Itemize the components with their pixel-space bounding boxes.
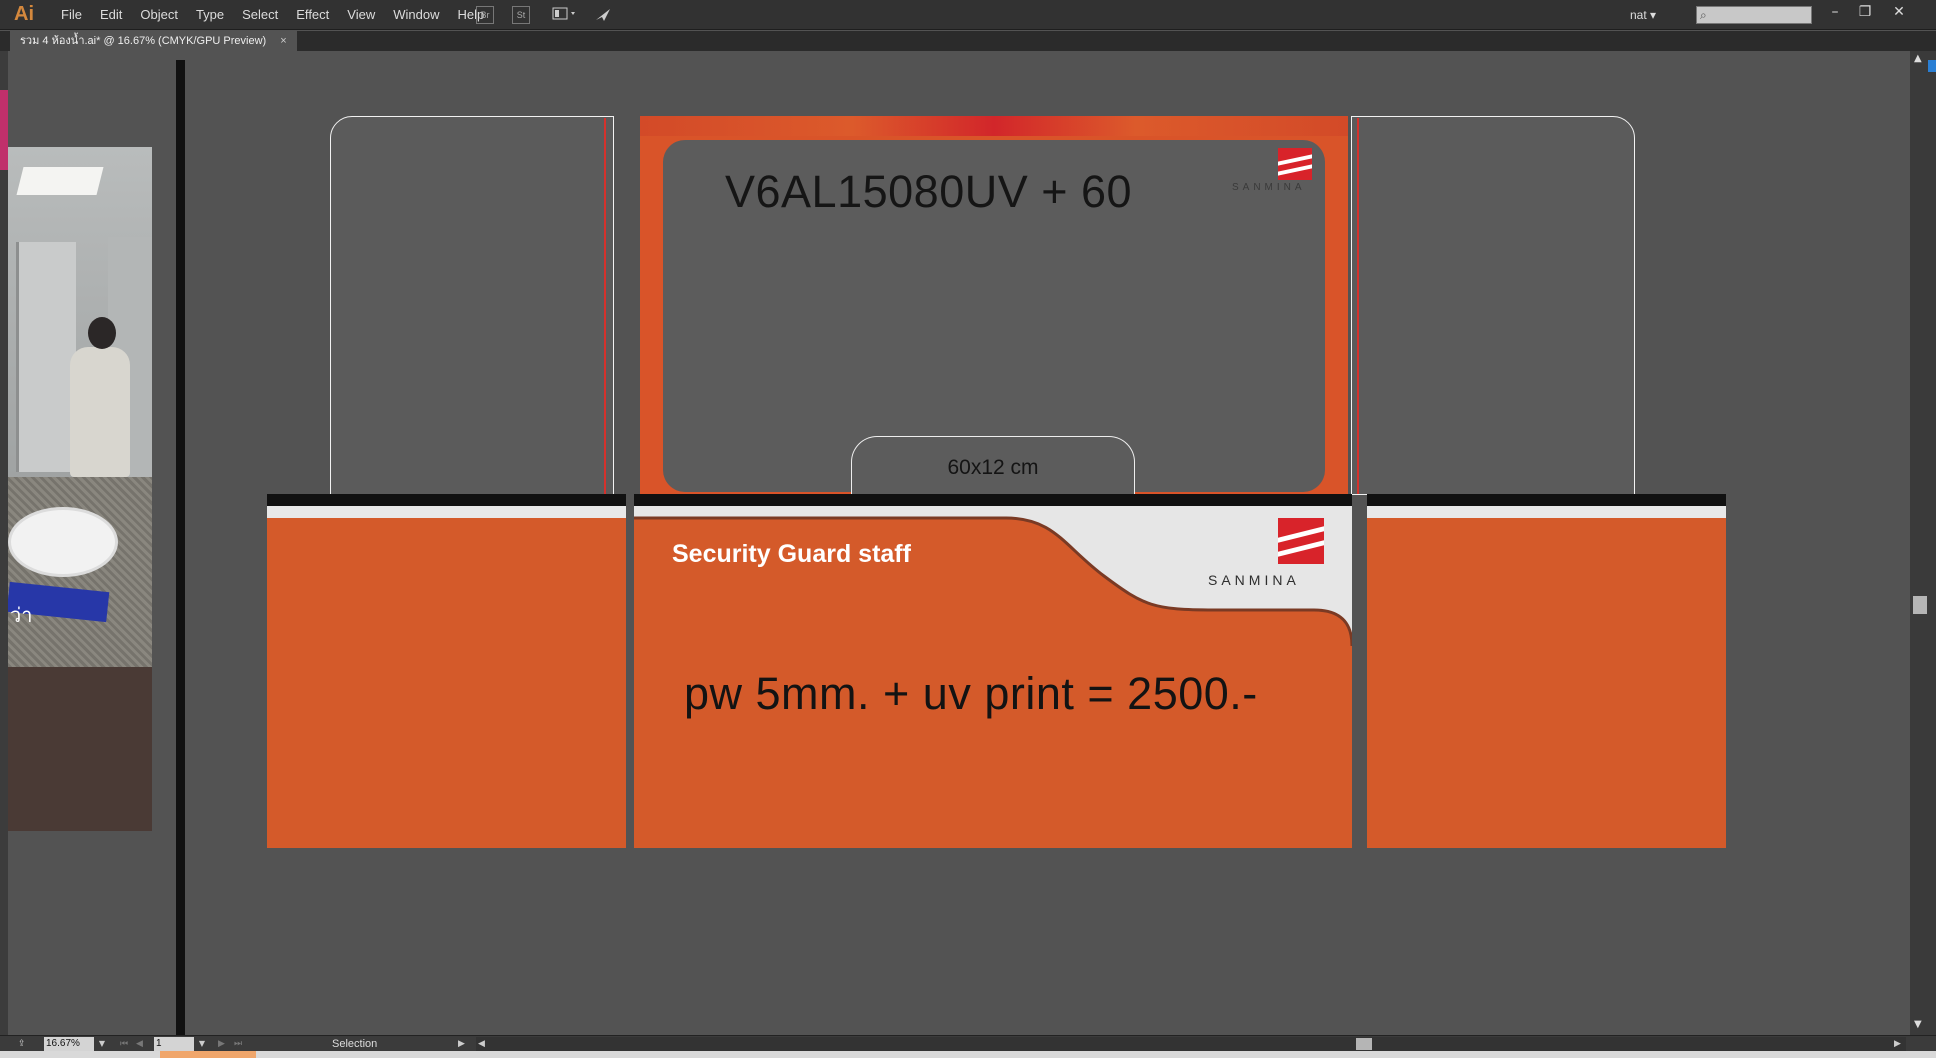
prev-artboard-icon[interactable]: ◀	[136, 1037, 143, 1051]
right-strip-black	[1367, 494, 1726, 506]
scroll-left-icon[interactable]: ◀	[478, 1037, 485, 1051]
close-icon[interactable]: ✕	[1886, 2, 1912, 22]
bridge-button[interactable]: Br	[476, 6, 494, 24]
artboard-number-field[interactable]: 1	[154, 1037, 194, 1051]
sanmina-logo-small	[1278, 148, 1312, 180]
right-side-panel[interactable]	[1351, 116, 1635, 495]
left-panel-accent	[0, 90, 8, 170]
zoom-field[interactable]: 16.67%	[44, 1037, 94, 1051]
current-tool-label: Selection	[332, 1038, 378, 1050]
menu-view[interactable]: View	[338, 0, 384, 30]
help-search-input[interactable]: ⌕	[1696, 6, 1812, 24]
divider-bar	[176, 60, 185, 1035]
menu-window[interactable]: Window	[384, 0, 448, 30]
left-orange-panel[interactable]	[267, 518, 626, 848]
workspace-switcher-icon[interactable]	[552, 6, 578, 24]
price-text[interactable]: pw 5mm. + uv print = 2500.-	[684, 668, 1258, 720]
reference-photo[interactable]: ว่า	[8, 147, 152, 831]
menu-bar: Ai File Edit Object Type Select Effect V…	[0, 0, 1936, 30]
right-orange-panel[interactable]	[1367, 518, 1726, 848]
workspace-menu[interactable]: nat ▾	[1630, 6, 1656, 24]
app-logo: Ai	[14, 3, 34, 25]
left-strip-white	[267, 506, 626, 518]
vertical-scrollbar[interactable]: ▲ ▼	[1910, 51, 1936, 1035]
left-strip-black	[267, 494, 626, 506]
center-strip-black	[634, 494, 1352, 506]
chevron-down-icon: ▾	[1650, 8, 1657, 22]
scroll-up-icon[interactable]: ▲	[1914, 53, 1922, 64]
document-tab-title: รวม 4 ห้องน้ำ.ai* @ 16.67% (CMYK/GPU Pre…	[20, 35, 267, 47]
menu-select[interactable]: Select	[233, 0, 287, 30]
photo-caption: ว่า	[10, 603, 33, 627]
size-label: 60x12 cm	[947, 456, 1039, 479]
artboard-dropdown-icon[interactable]: ▼	[196, 1037, 208, 1051]
horizontal-scroll-thumb[interactable]	[1356, 1038, 1372, 1050]
scroll-right-icon[interactable]: ▶	[1894, 1037, 1901, 1051]
restore-icon[interactable]: ❐	[1852, 2, 1878, 22]
last-artboard-icon[interactable]: ⏭	[234, 1037, 242, 1051]
right-strip-white	[1367, 506, 1726, 518]
publish-icon[interactable]	[594, 6, 612, 24]
stock-button[interactable]: St	[512, 6, 530, 24]
menu-file[interactable]: File	[52, 0, 91, 30]
share-icon[interactable]: ⇪	[18, 1037, 26, 1051]
menu-edit[interactable]: Edit	[91, 0, 131, 30]
next-artboard-icon[interactable]: ▶	[218, 1037, 225, 1051]
menu-effect[interactable]: Effect	[287, 0, 338, 30]
horizontal-scrollbar[interactable]: ◀ ▶	[476, 1037, 1906, 1051]
vertical-scroll-thumb[interactable]	[1913, 596, 1927, 614]
sanmina-logo	[1278, 518, 1324, 564]
zoom-dropdown-icon[interactable]: ▼	[96, 1037, 108, 1051]
tab-close-icon[interactable]: ×	[280, 31, 286, 51]
model-text[interactable]: V6AL15080UV + 60	[725, 164, 1132, 220]
brand-name: SANMINA	[1208, 572, 1300, 588]
panel-indicator	[1928, 60, 1936, 72]
menu-type[interactable]: Type	[187, 0, 233, 30]
workspace-label: nat	[1630, 8, 1647, 22]
status-menu-icon[interactable]: ▶	[458, 1037, 465, 1051]
minimize-icon[interactable]: –	[1822, 2, 1848, 22]
menu-object[interactable]: Object	[131, 0, 187, 30]
brand-name-small: SANMINA	[1232, 182, 1306, 193]
right-bleed-line	[1357, 118, 1359, 494]
document-tab-bar: รวม 4 ห้องน้ำ.ai* @ 16.67% (CMYK/GPU Pre…	[0, 31, 1936, 51]
os-taskbar	[0, 1051, 1936, 1058]
menu-items: File Edit Object Type Select Effect View…	[52, 0, 493, 30]
left-panel-edge	[0, 51, 8, 1035]
panel-title[interactable]: Security Guard staff	[672, 540, 911, 569]
search-icon: ⌕	[1700, 8, 1707, 22]
illustrator-window: Ai File Edit Object Type Select Effect V…	[0, 0, 1936, 1058]
scroll-down-icon[interactable]: ▼	[1914, 1019, 1922, 1030]
left-bleed-line	[604, 118, 606, 494]
left-side-panel[interactable]	[330, 116, 614, 495]
document-tab[interactable]: รวม 4 ห้องน้ำ.ai* @ 16.67% (CMYK/GPU Pre…	[10, 31, 297, 51]
status-bar: ⇪ 16.67% ▼ ⏮ ◀ 1 ▼ ▶ ⏭ Selection ▶ ◀ ▶	[0, 1035, 1936, 1051]
taskbar-active-item[interactable]	[160, 1051, 256, 1058]
first-artboard-icon[interactable]: ⏮	[120, 1037, 128, 1051]
